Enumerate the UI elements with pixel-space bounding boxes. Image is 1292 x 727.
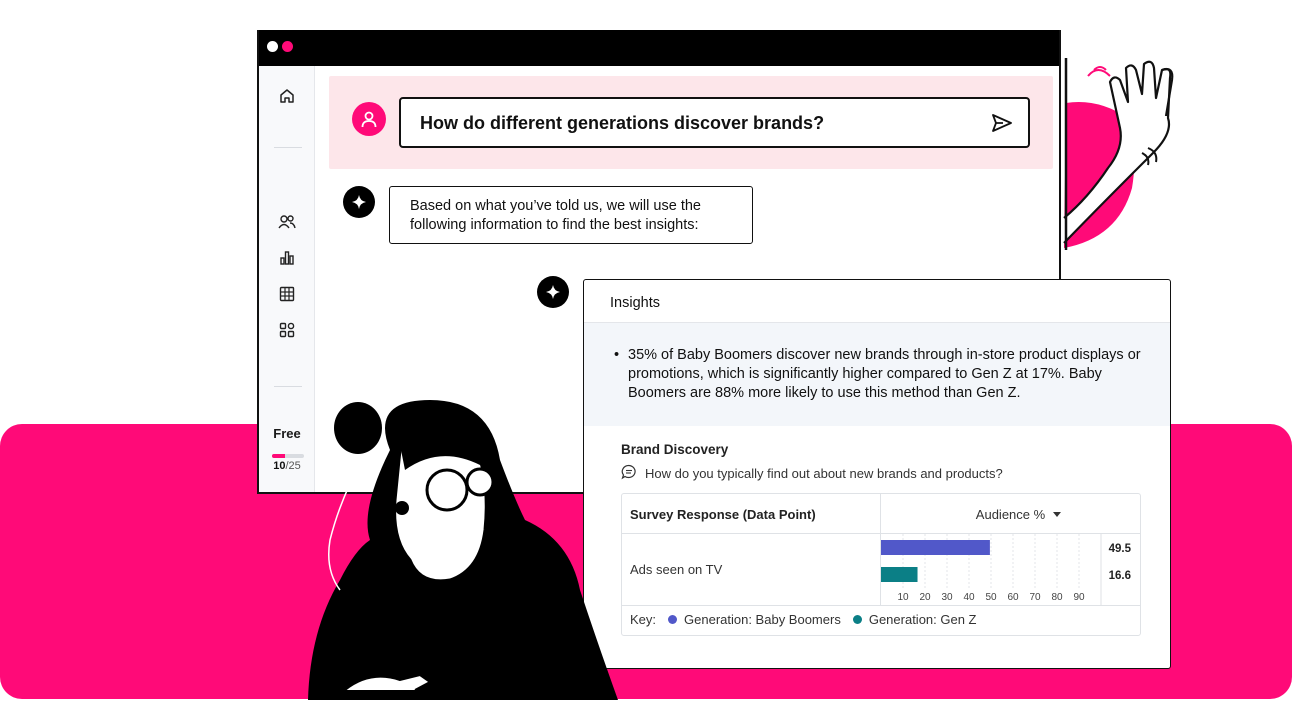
column-header-response: Survey Response (Data Point) — [622, 494, 881, 534]
bar — [881, 567, 918, 582]
tick-label: 60 — [1007, 592, 1019, 603]
legend-item: Generation: Gen Z — [868, 612, 977, 627]
tick-label: 90 — [1073, 592, 1085, 603]
bar-chart: 49.5 16.6 10 20 30 40 50 60 70 80 90 — [881, 534, 1132, 606]
row-label: Ads seen on TV — [630, 562, 723, 577]
plan-total: /25 — [285, 460, 301, 472]
bar — [881, 540, 990, 555]
assistant-avatar — [343, 186, 375, 218]
section-title: Brand Discovery — [621, 442, 729, 457]
sparkle-icon — [352, 195, 366, 209]
tick-label: 70 — [1029, 592, 1041, 603]
legend-key-label: Key: — [630, 612, 657, 627]
send-icon[interactable] — [990, 111, 1014, 135]
apps-icon[interactable] — [277, 320, 297, 340]
data-table: Survey Response (Data Point) Audience % … — [621, 493, 1141, 636]
tick-label: 80 — [1051, 592, 1063, 603]
table-grid-icon[interactable] — [277, 284, 297, 304]
assistant-message: Based on what you’ve told us, we will us… — [389, 186, 753, 244]
insights-header: Insights — [584, 280, 1170, 323]
tick-label: 20 — [919, 592, 931, 603]
user-avatar — [352, 102, 386, 136]
window-dot-white[interactable] — [267, 41, 278, 52]
insight-bullet: 35% of Baby Boomers discover new brands … — [614, 346, 1148, 403]
user-icon — [361, 111, 377, 128]
legend-item: Generation: Baby Boomers — [684, 612, 841, 627]
sparkle-icon — [546, 285, 560, 299]
tick-label: 50 — [985, 592, 997, 603]
users-icon[interactable] — [277, 212, 297, 232]
sidebar-divider — [274, 386, 302, 387]
plan-usage-fill — [272, 454, 285, 458]
audience-dropdown-label: Audience % — [975, 507, 1046, 522]
survey-question: How do you typically find out about new … — [645, 466, 1003, 481]
question-input[interactable]: How do different generations discover br… — [399, 97, 1030, 148]
tick-label: 40 — [963, 592, 975, 603]
home-icon[interactable] — [277, 86, 297, 106]
value-label: 49.5 — [1109, 543, 1132, 555]
bar-chart-icon[interactable] — [277, 248, 297, 268]
plan-used: 10 — [273, 460, 286, 472]
insights-title: Insights — [610, 295, 660, 311]
woman-illustration — [308, 400, 618, 700]
window-dot-pink[interactable] — [282, 41, 293, 52]
caret-down-icon — [1053, 512, 1061, 517]
waving-hand-illustration — [1063, 58, 1174, 250]
insights-card: Insights 35% of Baby Boomers discover ne… — [583, 279, 1171, 669]
legend-dot — [852, 615, 862, 624]
value-label: 16.6 — [1109, 570, 1131, 582]
window-titlebar — [259, 30, 1059, 66]
question-panel: How do different generations discover br… — [329, 76, 1053, 169]
tick-label: 10 — [897, 592, 909, 603]
sidebar-divider — [274, 147, 302, 148]
audience-dropdown[interactable]: Audience % — [881, 494, 1140, 534]
tick-label: 30 — [941, 592, 953, 603]
insight-summary: 35% of Baby Boomers discover new brands … — [584, 323, 1170, 426]
table-row: Ads seen on TV — [622, 534, 881, 606]
column-header-response-label: Survey Response (Data Point) — [630, 507, 816, 522]
assistant-avatar — [537, 276, 569, 308]
legend-dot — [668, 615, 678, 624]
question-text: How do different generations discover br… — [420, 113, 825, 133]
chart-legend: Key: Generation: Baby Boomers Generation… — [630, 612, 977, 627]
bar-chart-cell: 49.5 16.6 10 20 30 40 50 60 70 80 90 — [881, 534, 1140, 606]
